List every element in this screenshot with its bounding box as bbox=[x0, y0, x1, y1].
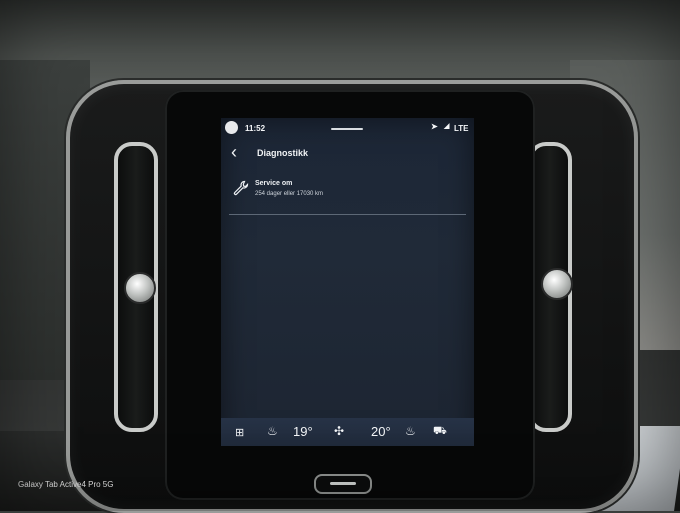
vent-knob-right[interactable] bbox=[541, 268, 573, 300]
service-reminder-item[interactable]: Service om 254 dager eller 17030 km bbox=[229, 178, 466, 212]
service-label: Service om bbox=[255, 180, 293, 187]
home-button[interactable] bbox=[314, 474, 372, 494]
seat-heat-right-icon[interactable]: ♨ bbox=[405, 424, 416, 438]
list-divider bbox=[229, 214, 466, 215]
fan-icon[interactable]: ✣ bbox=[334, 424, 344, 438]
status-bar: 11:52 ➤ ◢ LTE bbox=[221, 118, 474, 140]
wrench-icon bbox=[233, 180, 249, 196]
vent-knob-left[interactable] bbox=[124, 272, 156, 304]
network-type: LTE bbox=[454, 124, 469, 133]
home-bar-icon bbox=[330, 482, 356, 485]
pull-down-handle[interactable] bbox=[331, 128, 363, 130]
car-icon[interactable]: ⛟ bbox=[433, 425, 447, 439]
status-time: 11:52 bbox=[245, 124, 266, 133]
service-detail: 254 dager eller 17030 km bbox=[255, 191, 324, 197]
infotainment-screen[interactable]: 11:52 ➤ ◢ LTE ‹ Diagnostikk Service om 2… bbox=[221, 118, 474, 446]
right-temperature[interactable]: 20° bbox=[371, 424, 391, 439]
chevron-left-icon[interactable]: ‹ bbox=[231, 142, 237, 163]
grid-icon[interactable]: ⊞ bbox=[235, 426, 244, 439]
left-temperature[interactable]: 19° bbox=[293, 424, 313, 439]
climate-bar: ⊞ ♨ 19° ✣ 20° ♨ ⛟ bbox=[221, 418, 474, 446]
navigation-icon: ➤ bbox=[431, 122, 438, 131]
profile-icon[interactable] bbox=[225, 121, 238, 134]
camera-watermark: Galaxy Tab Active4 Pro 5G bbox=[18, 480, 114, 489]
page-header: ‹ Diagnostikk bbox=[221, 142, 474, 166]
seat-heat-left-icon[interactable]: ♨ bbox=[267, 424, 278, 438]
signal-icon: ◢ bbox=[444, 123, 450, 130]
page-title: Diagnostikk bbox=[257, 148, 309, 158]
